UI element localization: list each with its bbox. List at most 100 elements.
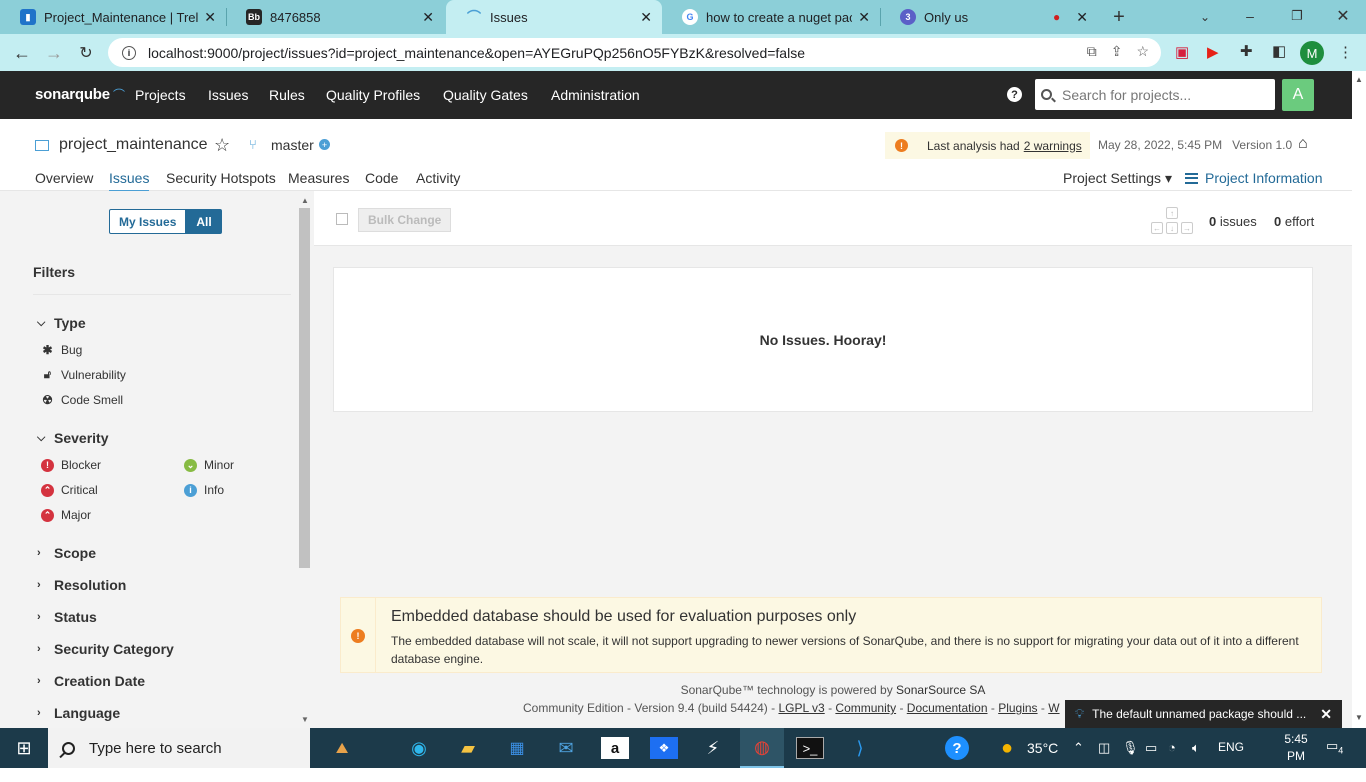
filter-language[interactable]: › Language bbox=[37, 705, 120, 721]
taskbar-search-input[interactable]: Type here to search bbox=[48, 728, 310, 768]
reload-icon[interactable]: ↻ bbox=[74, 41, 98, 65]
filter-status[interactable]: › Status bbox=[37, 609, 97, 625]
filter-security-category[interactable]: › Security Category bbox=[37, 641, 174, 657]
filter-severity-blocker[interactable]: ! Blocker bbox=[41, 458, 101, 472]
chrome-icon[interactable]: ◍ bbox=[740, 728, 784, 768]
window-close-icon[interactable]: ✕ bbox=[1331, 4, 1355, 28]
app-launcher-icon[interactable]: ⚡︎ bbox=[699, 737, 727, 759]
browser-tab-google[interactable]: G how to create a nuget packa ✕ bbox=[662, 0, 880, 34]
file-explorer-icon[interactable]: ▰ bbox=[454, 737, 482, 759]
extension-pocket-icon[interactable]: ▣ bbox=[1175, 43, 1189, 61]
filter-type[interactable]: ⌵ Type bbox=[37, 315, 86, 331]
tab-search-icon[interactable]: ⌄ bbox=[1193, 5, 1217, 29]
browser-tab-messenger[interactable]: 3 Only us ● ✕ bbox=[880, 0, 1098, 34]
filter-severity-info[interactable]: i Info bbox=[184, 483, 224, 497]
side-panel-icon[interactable]: ◧ bbox=[1272, 42, 1286, 60]
url-bar[interactable]: i localhost:9000/project/issues?id=proje… bbox=[108, 38, 1161, 67]
forward-icon[interactable]: → bbox=[42, 41, 66, 65]
favorite-star-icon[interactable]: ☆ bbox=[214, 135, 230, 156]
license-link[interactable]: LGPL v3 bbox=[778, 701, 824, 715]
tab-measures[interactable]: Measures bbox=[288, 170, 349, 186]
branch-info-icon[interactable]: + bbox=[319, 139, 330, 150]
volume-icon[interactable]: 🔈︎ bbox=[1192, 740, 1200, 756]
browser-tab-blackboard[interactable]: Bb 8476858 ✕ bbox=[226, 0, 444, 34]
restore-icon[interactable]: ❐ bbox=[1285, 4, 1309, 28]
filter-type-bug[interactable]: ✱ Bug bbox=[41, 343, 82, 357]
weather-widget-icon[interactable]: ⛰ bbox=[320, 737, 364, 759]
dropbox-icon[interactable]: ❖ bbox=[650, 737, 678, 759]
store-icon[interactable]: ▦ bbox=[503, 737, 531, 759]
filter-severity-minor[interactable]: ⌄ Minor bbox=[184, 458, 234, 472]
filter-resolution[interactable]: › Resolution bbox=[37, 577, 126, 593]
filter-severity[interactable]: ⌵ Severity bbox=[37, 430, 108, 446]
filter-creation-date[interactable]: › Creation Date bbox=[37, 673, 145, 689]
back-icon[interactable]: ← bbox=[10, 41, 34, 65]
project-settings-dropdown[interactable]: Project Settings ▾ bbox=[1063, 170, 1172, 187]
nav-quality-profiles[interactable]: Quality Profiles bbox=[326, 87, 420, 103]
all-issues-button[interactable]: All bbox=[186, 209, 222, 234]
page-scrollbar[interactable]: ▲ ▼ bbox=[1352, 71, 1366, 728]
filter-scope[interactable]: › Scope bbox=[37, 545, 96, 561]
help-icon[interactable]: ? bbox=[1007, 87, 1022, 102]
nav-rules[interactable]: Rules bbox=[269, 87, 305, 103]
tab-overview[interactable]: Overview bbox=[35, 170, 93, 186]
notifications-icon[interactable]: ▭4 bbox=[1326, 738, 1343, 756]
web-api-link[interactable]: W bbox=[1048, 701, 1059, 715]
scroll-down-icon[interactable]: ▼ bbox=[301, 715, 309, 724]
tab-issues[interactable]: Issues bbox=[109, 170, 150, 193]
nav-projects[interactable]: Projects bbox=[135, 87, 186, 103]
amazon-icon[interactable]: a bbox=[601, 737, 629, 759]
browser-tab-issues[interactable]: ⌒ Issues ✕ bbox=[446, 0, 662, 34]
microphone-icon[interactable]: 🎙︎ bbox=[1122, 740, 1139, 756]
meet-now-icon[interactable]: ◫ bbox=[1098, 740, 1110, 756]
my-issues-button[interactable]: My Issues bbox=[109, 209, 187, 234]
edge-icon[interactable]: ◉ bbox=[405, 737, 433, 759]
close-icon[interactable]: ✕ bbox=[1320, 706, 1332, 723]
battery-icon[interactable]: ▭ bbox=[1145, 740, 1157, 756]
temperature[interactable]: 35°C bbox=[1027, 740, 1058, 756]
translate-icon[interactable]: ⧉ bbox=[1087, 43, 1097, 60]
project-name[interactable]: project_maintenance bbox=[35, 136, 208, 154]
plugins-link[interactable]: Plugins bbox=[998, 701, 1037, 715]
nav-quality-gates[interactable]: Quality Gates bbox=[443, 87, 528, 103]
branch-name[interactable]: master bbox=[271, 137, 314, 153]
site-info-icon[interactable]: i bbox=[122, 45, 136, 60]
filter-severity-major[interactable]: ⌃ Major bbox=[41, 508, 91, 522]
bookmark-star-icon[interactable]: ☆ bbox=[1136, 43, 1149, 60]
tab-security-hotspots[interactable]: Security Hotspots bbox=[166, 170, 276, 186]
new-tab-icon[interactable]: + bbox=[1107, 5, 1131, 29]
tab-activity[interactable]: Activity bbox=[416, 170, 460, 186]
profile-avatar[interactable]: M bbox=[1300, 41, 1324, 65]
warnings-link[interactable]: 2 warnings bbox=[1024, 139, 1082, 153]
project-search-input[interactable]: Search for projects... bbox=[1035, 79, 1275, 110]
tab-code[interactable]: Code bbox=[365, 170, 398, 186]
mail-icon[interactable]: ✉ bbox=[552, 737, 580, 759]
share-icon[interactable]: ⇪ bbox=[1111, 43, 1123, 60]
close-tab-icon[interactable]: ✕ bbox=[858, 9, 870, 26]
vscode-icon[interactable]: ⟩ bbox=[846, 737, 874, 759]
minimize-icon[interactable]: – bbox=[1238, 4, 1262, 28]
language-indicator[interactable]: ENG bbox=[1218, 740, 1244, 754]
extensions-puzzle-icon[interactable]: ✚ bbox=[1240, 42, 1253, 60]
sonarlint-notification[interactable]: 💡︎ The default unnamed package should ..… bbox=[1065, 700, 1342, 728]
scroll-up-icon[interactable]: ▲ bbox=[1355, 75, 1363, 84]
filter-severity-critical[interactable]: ⌃ Critical bbox=[41, 483, 98, 497]
terminal-icon[interactable]: >_ bbox=[796, 737, 824, 759]
scroll-down-icon[interactable]: ▼ bbox=[1355, 713, 1363, 722]
close-tab-icon[interactable]: ✕ bbox=[640, 9, 652, 26]
community-link[interactable]: Community bbox=[835, 701, 896, 715]
browser-tab-trello[interactable]: ▮ Project_Maintenance | Trello ✕ bbox=[0, 0, 226, 34]
taskbar-clock[interactable]: 5:45 PM 5/28/2022 bbox=[1275, 731, 1328, 782]
sidebar-scrollbar[interactable] bbox=[299, 208, 310, 568]
select-all-checkbox[interactable] bbox=[336, 213, 348, 225]
browser-menu-icon[interactable]: ⋮ bbox=[1338, 43, 1353, 61]
sonarsource-link[interactable]: SonarSource SA bbox=[896, 683, 985, 697]
help-taskbar-icon[interactable]: ? bbox=[945, 736, 969, 760]
filter-type-code-smell[interactable]: ☢ Code Smell bbox=[41, 393, 123, 407]
nav-issues[interactable]: Issues bbox=[208, 87, 248, 103]
wifi-icon[interactable]: ◔ bbox=[1168, 740, 1176, 755]
filter-type-vulnerability[interactable]: 🔓︎ Vulnerability bbox=[41, 368, 126, 382]
bulk-change-button[interactable]: Bulk Change bbox=[358, 208, 452, 232]
home-icon[interactable]: ⌂ bbox=[1298, 135, 1308, 153]
close-tab-icon[interactable]: ✕ bbox=[422, 9, 434, 26]
